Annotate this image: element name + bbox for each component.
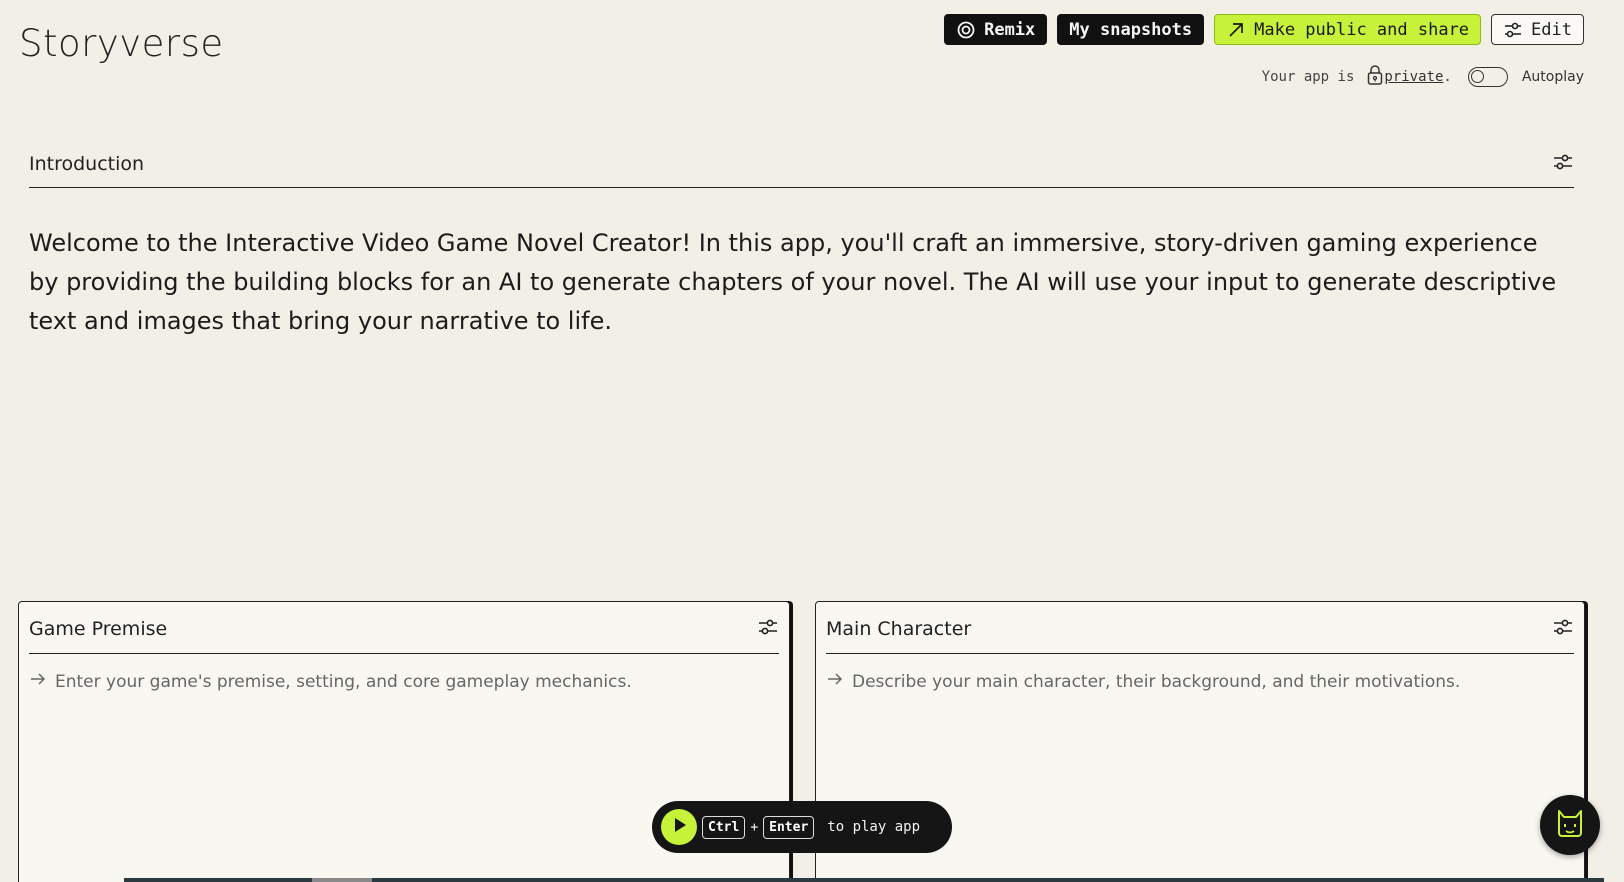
game-premise-header: Game Premise <box>29 602 779 654</box>
play-app-bar: Ctrl + Enter to play app <box>652 801 952 853</box>
enter-key: Enter <box>763 815 815 839</box>
play-button[interactable] <box>661 809 697 845</box>
intro-settings-icon[interactable] <box>1552 151 1574 177</box>
arrow-right-icon <box>826 670 844 693</box>
ctrl-key: Ctrl <box>702 815 746 839</box>
lock-icon <box>1366 64 1384 90</box>
status-prefix: Your app is <box>1261 69 1355 85</box>
edit-label: Edit <box>1531 19 1572 40</box>
snapshots-label: My snapshots <box>1069 19 1193 40</box>
cat-face-icon <box>1553 806 1587 844</box>
top-actions: Remix My snapshots Make public and share… <box>944 14 1584 45</box>
game-premise-title: Game Premise <box>29 617 168 640</box>
remix-button[interactable]: Remix <box>944 14 1048 45</box>
toggle-knob <box>1470 70 1484 83</box>
main-character-title: Main Character <box>826 617 972 640</box>
arrow-up-right-icon <box>1226 20 1246 40</box>
share-label: Make public and share <box>1254 19 1470 40</box>
intro-text: Welcome to the Interactive Video Game No… <box>29 229 1557 335</box>
sliders-icon <box>1503 20 1523 40</box>
autoplay-label: Autoplay <box>1521 69 1584 85</box>
intro-title: Introduction <box>29 152 145 175</box>
intro-header: Introduction <box>29 142 1574 188</box>
game-premise-settings-icon[interactable] <box>757 616 779 642</box>
main-character-header: Main Character <box>826 602 1574 654</box>
autoplay-toggle[interactable] <box>1467 67 1508 87</box>
main-character-settings-icon[interactable] <box>1552 616 1574 642</box>
private-link[interactable]: private <box>1384 69 1443 85</box>
intro-section: Introduction Welcome to the Interactive … <box>29 142 1574 341</box>
remix-icon <box>956 20 976 40</box>
play-hint: to play app <box>827 819 920 835</box>
make-public-share-button[interactable]: Make public and share <box>1214 14 1482 45</box>
app-title: Storyverse <box>19 22 224 65</box>
main-character-input[interactable]: Describe your main character, their back… <box>826 670 1574 693</box>
play-icon <box>670 816 688 838</box>
main-character-placeholder: Describe your main character, their back… <box>852 671 1461 692</box>
visibility-status: Your app is private. Autoplay <box>1262 64 1584 90</box>
game-premise-placeholder: Enter your game's premise, setting, and … <box>55 671 632 692</box>
my-snapshots-button[interactable]: My snapshots <box>1057 14 1205 45</box>
game-premise-input[interactable]: Enter your game's premise, setting, and … <box>29 670 779 693</box>
scrollbar-thumb[interactable] <box>312 878 372 882</box>
arrow-right-icon <box>29 670 47 693</box>
status-suffix: . <box>1443 69 1452 85</box>
key-plus: + <box>750 819 759 835</box>
assistant-button[interactable] <box>1540 795 1600 855</box>
edit-button[interactable]: Edit <box>1491 14 1584 45</box>
remix-label: Remix <box>984 19 1036 40</box>
